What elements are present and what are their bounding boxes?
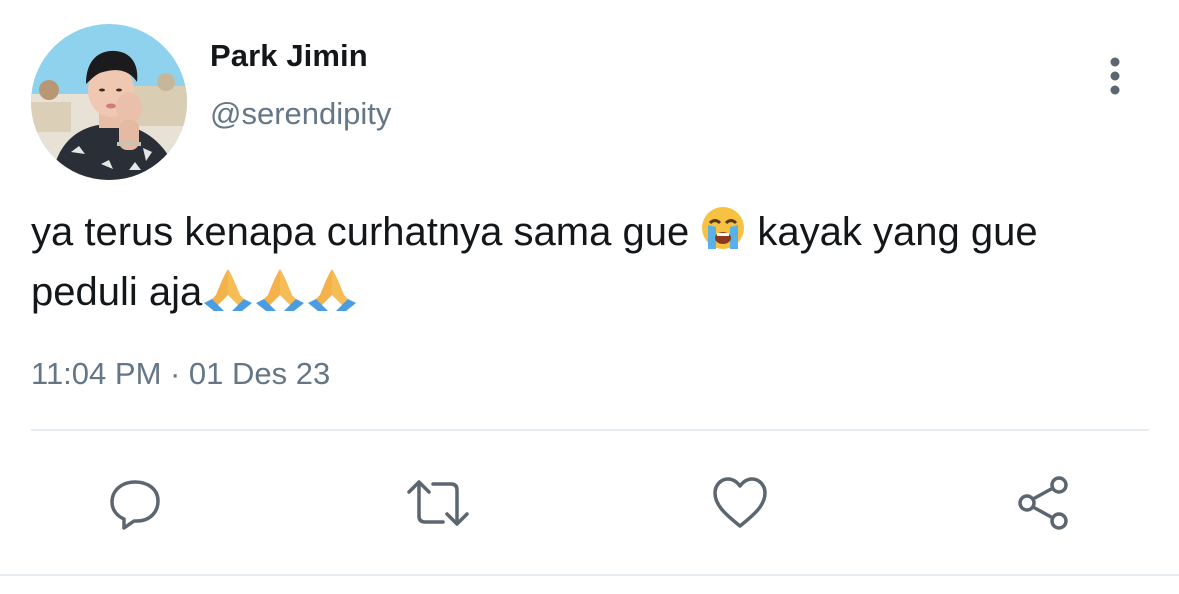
reply-button[interactable] bbox=[102, 470, 168, 536]
user-handle[interactable]: @serendipity bbox=[210, 96, 391, 132]
more-vertical-icon bbox=[1110, 57, 1120, 95]
folded-hands-emoji bbox=[306, 265, 358, 325]
like-button[interactable] bbox=[707, 470, 773, 536]
display-name[interactable]: Park Jimin bbox=[210, 38, 368, 74]
loudly-crying-face-emoji bbox=[700, 205, 746, 265]
retweet-icon bbox=[407, 480, 469, 526]
tweet-timestamp[interactable]: 11:04 PM · 01 Des 23 bbox=[31, 356, 330, 392]
more-options-button[interactable] bbox=[1097, 52, 1133, 100]
tweet-text-part1: ya terus kenapa curhatnya sama gue bbox=[31, 210, 701, 254]
heart-icon bbox=[713, 477, 767, 528]
folded-hands-emoji bbox=[254, 265, 306, 325]
user-avatar[interactable] bbox=[31, 24, 187, 180]
tweet-card: Park Jimin @serendipity ya terus kenapa … bbox=[0, 0, 1179, 594]
retweet-button[interactable] bbox=[405, 470, 471, 536]
folded-hands-emoji bbox=[202, 265, 254, 325]
avatar-photo-icon bbox=[31, 24, 187, 180]
divider bbox=[31, 429, 1149, 431]
bottom-divider bbox=[0, 574, 1179, 576]
tweet-text: ya terus kenapa curhatnya sama gue kayak… bbox=[31, 205, 1141, 325]
share-button[interactable] bbox=[1010, 470, 1076, 536]
reply-icon bbox=[110, 480, 160, 530]
share-icon bbox=[1018, 476, 1068, 530]
